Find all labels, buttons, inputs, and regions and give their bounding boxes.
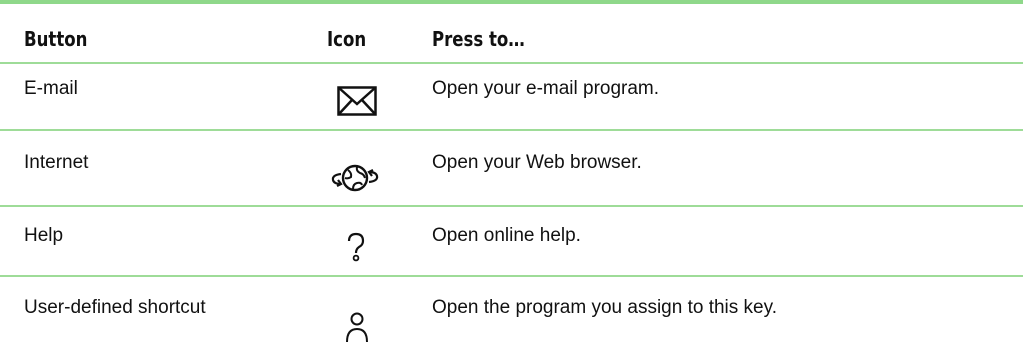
column-header-button: Button (24, 27, 88, 51)
action-cell: Open the program you assign to this key. (432, 297, 777, 318)
row-divider (0, 205, 1023, 207)
column-header-press-to: Press to… (432, 27, 525, 51)
action-cell: Open your e-mail program. (432, 78, 660, 99)
button-name-cell: Internet (24, 152, 89, 173)
envelope-icon (337, 86, 377, 121)
person-icon (346, 312, 368, 359)
action-cell: Open your Web browser. (432, 152, 642, 173)
row-divider (0, 129, 1023, 131)
row-divider (0, 275, 1023, 277)
header-divider (0, 62, 1023, 64)
globe-arrows-icon (329, 162, 381, 199)
button-name-cell: User-defined shortcut (24, 297, 206, 318)
action-cell: Open online help. (432, 225, 581, 246)
column-header-icon: Icon (327, 27, 367, 51)
button-name-cell: Help (24, 225, 64, 246)
question-mark-icon (346, 232, 366, 267)
table-top-rule (0, 0, 1023, 4)
button-name-cell: E-mail (24, 78, 78, 99)
